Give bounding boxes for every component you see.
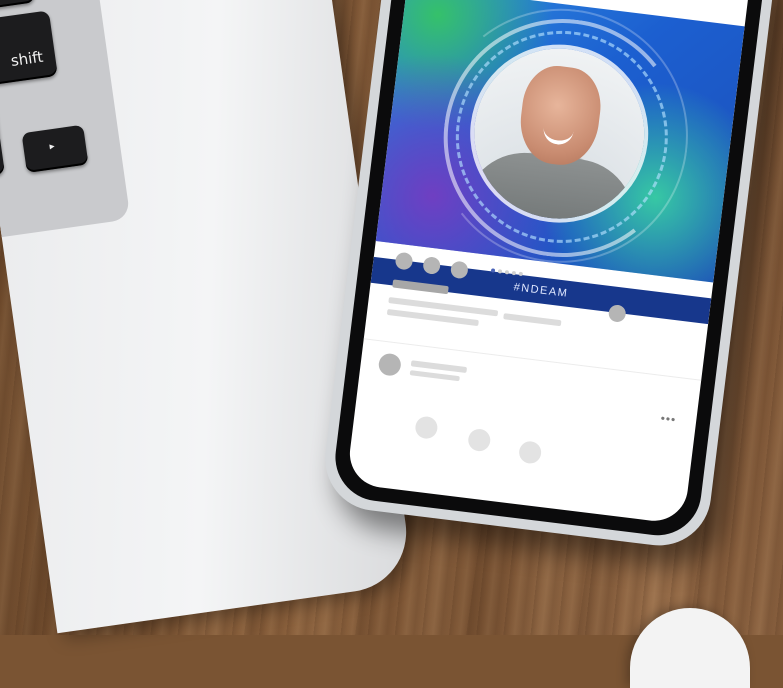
laptop-keyboard: enter return shift ▸ — [0, 0, 131, 238]
arrow-key-left[interactable] — [0, 96, 6, 182]
home-nav-icon[interactable] — [414, 415, 439, 440]
portrait-smile — [541, 124, 574, 147]
arrow-right-icon: ▸ — [48, 140, 56, 153]
shift-label: shift — [9, 47, 45, 70]
shift-key[interactable]: shift — [0, 10, 58, 90]
carousel-dot — [518, 271, 524, 277]
caption-placeholder — [503, 313, 562, 327]
post-menu-icon[interactable]: ••• — [660, 411, 677, 427]
avatar[interactable] — [377, 352, 403, 377]
subtitle-placeholder — [409, 370, 460, 382]
search-nav-icon[interactable] — [467, 427, 492, 453]
carousel-dot — [504, 269, 510, 275]
phone-screen: ••• #NDEAM — [346, 0, 752, 525]
post-image[interactable]: #NDEAM — [370, 0, 745, 325]
phone-bezel: ••• #NDEAM — [330, 0, 768, 541]
carousel-dot — [490, 268, 496, 273]
carousel-dot — [511, 270, 517, 276]
carousel-dot — [497, 269, 503, 274]
smartphone: ••• #NDEAM — [319, 0, 779, 552]
arrow-key-right[interactable]: ▸ — [21, 124, 89, 173]
profile-nav-icon[interactable] — [517, 440, 543, 465]
